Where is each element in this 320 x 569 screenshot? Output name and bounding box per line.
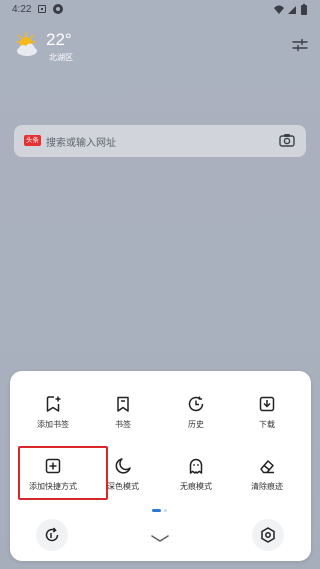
menu-item-label: 历史 xyxy=(188,420,204,429)
location-label: 北湖区 xyxy=(49,53,73,62)
settings-hexagon-icon xyxy=(261,527,275,543)
notification-icon xyxy=(38,5,46,13)
menu-item-label: 书签 xyxy=(115,420,131,429)
wifi-icon xyxy=(274,5,284,14)
menu-item-add-bookmark[interactable]: 添加书签 xyxy=(22,395,84,445)
signal-icon xyxy=(288,6,296,14)
sync-icon xyxy=(53,4,63,14)
settings-button[interactable] xyxy=(252,519,284,551)
menu-panel: 添加书签 书签 历史 下载 添加快捷方式 深色模式 无痕模式 清除痕迹 xyxy=(10,371,311,561)
history-icon xyxy=(188,396,204,412)
sun-cloud-icon xyxy=(16,32,37,56)
chevron-down-icon[interactable] xyxy=(150,533,170,545)
camera-icon[interactable] xyxy=(279,133,295,148)
search-placeholder[interactable]: 搜索或输入网址 xyxy=(46,134,116,149)
temperature: 22° xyxy=(46,30,72,49)
moon-icon xyxy=(115,458,131,474)
menu-item-label: 清除痕迹 xyxy=(251,482,283,491)
ghost-icon xyxy=(189,458,203,474)
sliders-icon[interactable] xyxy=(292,38,308,52)
menu-item-label: 无痕模式 xyxy=(180,482,212,491)
menu-item-label: 添加书签 xyxy=(37,420,69,429)
search-bar[interactable]: 头条 搜索或输入网址 xyxy=(14,125,306,157)
highlight-box xyxy=(18,446,108,500)
menu-item-downloads[interactable]: 下载 xyxy=(236,395,298,445)
add-bookmark-icon xyxy=(46,396,61,412)
status-right-icons xyxy=(274,3,307,15)
battery-icon xyxy=(301,5,307,15)
page-dot-inactive xyxy=(164,509,167,512)
news-badge[interactable]: 头条 xyxy=(24,135,41,146)
menu-item-incognito[interactable]: 无痕模式 xyxy=(165,457,227,507)
menu-item-bookmarks[interactable]: 书签 xyxy=(92,395,154,445)
menu-item-label: 下载 xyxy=(259,420,275,429)
refresh-button[interactable] xyxy=(36,519,68,551)
menu-item-history[interactable]: 历史 xyxy=(165,395,227,445)
menu-item-clear-traces[interactable]: 清除痕迹 xyxy=(236,457,298,507)
weather-widget[interactable]: 22° 北湖区 xyxy=(14,30,134,70)
status-bar: 4:22 xyxy=(0,0,320,18)
refresh-icon xyxy=(45,527,59,542)
page-dot-active xyxy=(152,509,161,512)
bookmark-icon xyxy=(117,396,129,412)
eraser-icon xyxy=(260,460,274,474)
page-indicator xyxy=(152,509,168,513)
status-time: 4:22 xyxy=(12,4,32,15)
download-icon xyxy=(259,396,275,412)
